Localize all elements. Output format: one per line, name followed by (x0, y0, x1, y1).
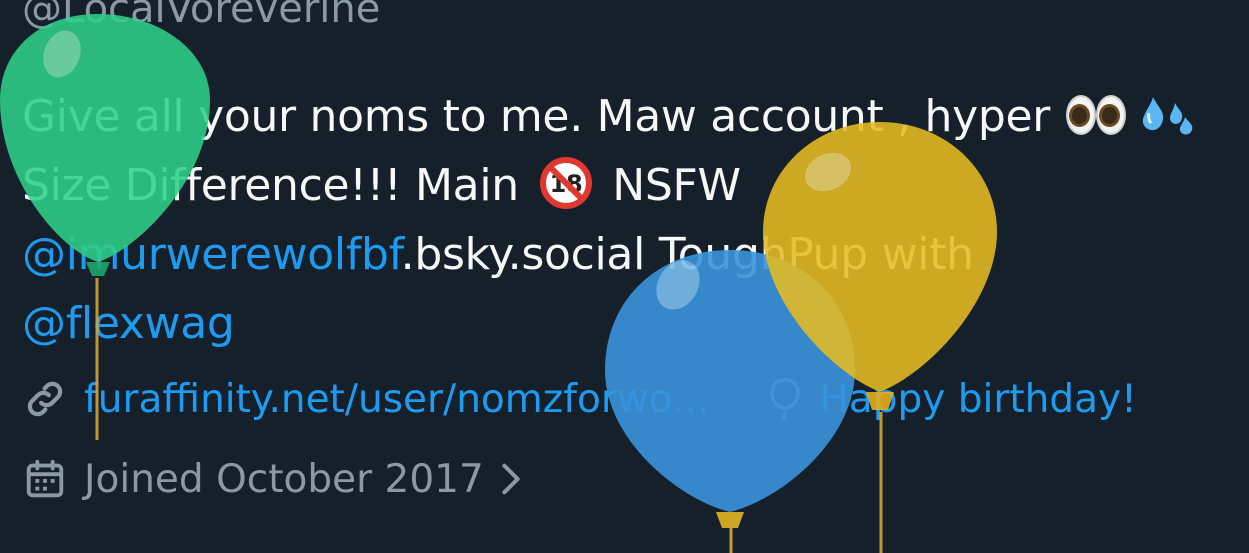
chevron-right-icon (502, 463, 520, 495)
no-one-under-eighteen-emoji-icon: 18 (539, 157, 592, 209)
mention-link-flexwag[interactable]: @flexwag (22, 298, 235, 349)
bio-line-2: Size Difference!!! Main 18 NSFW (22, 151, 1227, 220)
bio-line-1-text: Give all your noms to me. Maw account , … (22, 91, 1051, 142)
sweat-droplets-emoji-icon (1143, 97, 1193, 135)
bio-line-1: Give all your noms to me. Maw account , … (22, 82, 1227, 151)
bio-line-2-text: Size Difference!!! Main (22, 160, 519, 211)
bio-line-3-text: .bsky.social ToughPup with (400, 229, 974, 280)
birthday-item: Happy birthday! (764, 376, 1137, 422)
joined-text: Joined October 2017 (84, 456, 484, 502)
profile-handle: @LocalVoreverine (22, 0, 381, 32)
mention-link-imurwerewolfbf[interactable]: @imurwerewolfbf (22, 229, 401, 280)
link-icon (27, 381, 63, 417)
balloon-outline-icon (769, 377, 800, 421)
bio-line-4: @flexwag (22, 289, 1227, 358)
bio-line-3: @imurwerewolfbf.bsky.social ToughPup wit… (22, 220, 1227, 289)
calendar-icon (26, 459, 64, 498)
profile-meta-row: furaffinity.net/user/nomzforwo... Happy … (22, 376, 1137, 432)
joined-date[interactable]: Joined October 2017 (22, 456, 528, 502)
profile-bio: Give all your noms to me. Maw account , … (22, 82, 1227, 358)
birthday-text: Happy birthday! (819, 376, 1137, 422)
eyes-emoji-icon (1064, 91, 1126, 135)
website-item[interactable]: furaffinity.net/user/nomzforwo... (22, 376, 709, 422)
website-link[interactable]: furaffinity.net/user/nomzforwo... (84, 377, 709, 422)
bio-line-2-tail: NSFW (612, 160, 741, 211)
